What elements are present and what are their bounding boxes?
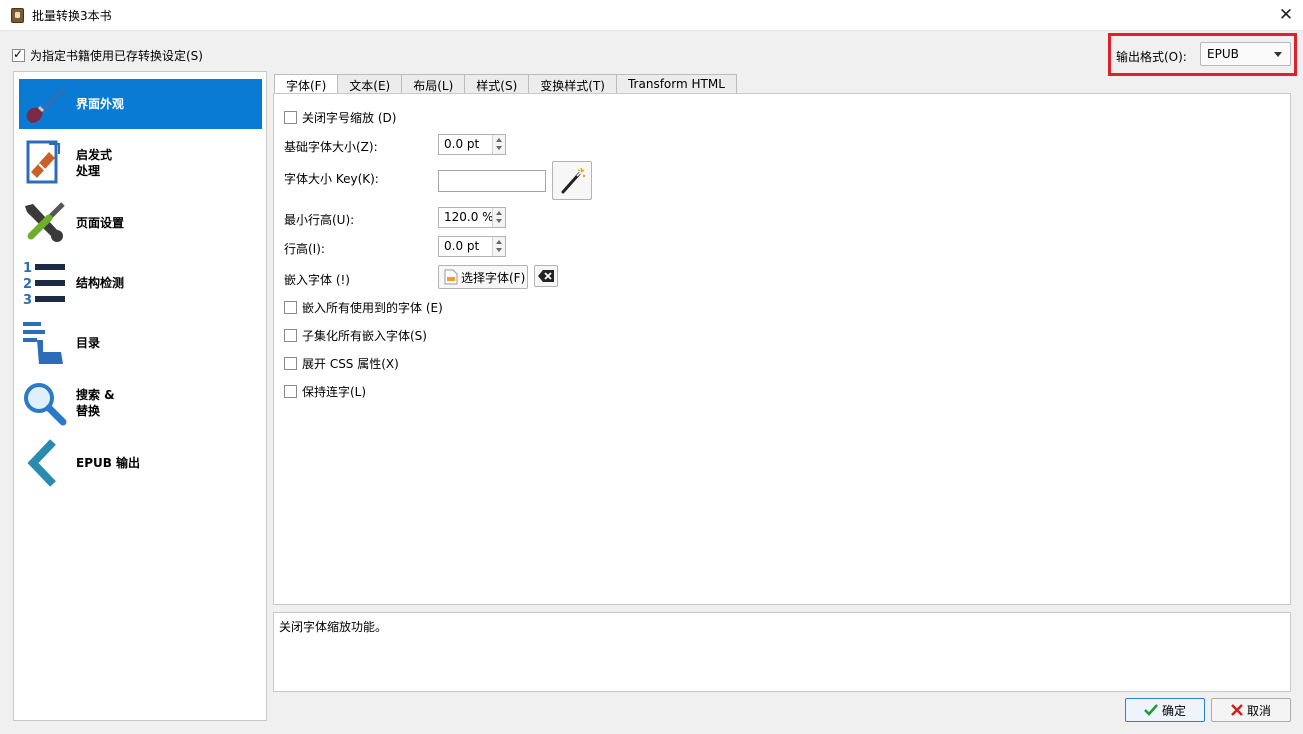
sidebar-item-label: 结构检测 — [76, 276, 125, 290]
tab-font[interactable]: 字体(F) — [274, 74, 339, 95]
tab-transform-styles[interactable]: 变换样式(T) — [528, 74, 617, 94]
line-height-label: 行高(I): — [284, 242, 325, 256]
toc-hand-icon — [19, 318, 69, 368]
font-panel: 关闭字号缩放 (D) 基础字体大小(Z): 0.0 pt 字体大小 Key(K)… — [273, 93, 1291, 605]
sidebar-item-epub-output[interactable]: EPUB 输出 — [19, 438, 262, 488]
line-height-spinbox[interactable]: 0.0 pt — [438, 236, 506, 257]
line-height-value: 0.0 pt — [444, 239, 480, 253]
embed-all-fonts-label: 嵌入所有使用到的字体 (E) — [302, 301, 443, 315]
use-saved-settings-label: 为指定书籍使用已存转换设定(S) — [30, 49, 203, 63]
svg-text:3: 3 — [23, 293, 32, 308]
tab-styling[interactable]: 样式(S) — [464, 74, 530, 94]
font-size-key-label: 字体大小 Key(K): — [284, 172, 379, 186]
heuristics-document-icon — [19, 138, 69, 188]
disable-font-rescaling-checkbox[interactable]: 关闭字号缩放 (D) — [284, 109, 396, 126]
title-bar: 批量转换3本书 ✕ — [0, 0, 1303, 31]
sidebar: 界面外观 启发式 处理 页面设置 1 2 3 结构检测 目录 搜索 & 替换 E… — [13, 71, 267, 721]
sidebar-item-label: 搜索 & 替换 — [76, 388, 115, 418]
font-size-wizard-button[interactable] — [552, 161, 592, 200]
sidebar-item-page-setup[interactable]: 页面设置 — [19, 198, 262, 248]
sidebar-item-heuristics[interactable]: 启发式 处理 — [19, 138, 262, 188]
expand-css-checkbox[interactable]: 展开 CSS 属性(X) — [284, 355, 399, 372]
checkmark-icon — [1144, 704, 1158, 716]
brush-icon — [19, 79, 69, 129]
numbered-list-icon: 1 2 3 — [19, 258, 69, 308]
embed-all-fonts-checkbox[interactable]: 嵌入所有使用到的字体 (E) — [284, 299, 443, 316]
keep-ligatures-label: 保持连字(L) — [302, 385, 367, 399]
use-saved-settings-checkbox[interactable]: 为指定书籍使用已存转换设定(S) — [12, 47, 203, 64]
sidebar-item-label: 页面设置 — [76, 216, 125, 230]
choose-font-button[interactable]: 选择字体(F) — [438, 265, 528, 289]
output-format-select[interactable]: EPUB — [1200, 42, 1291, 66]
expand-css-label: 展开 CSS 属性(X) — [302, 357, 399, 371]
sidebar-item-structure-detection[interactable]: 1 2 3 结构检测 — [19, 258, 262, 308]
app-book-icon — [11, 8, 24, 23]
checkbox-box[interactable] — [12, 47, 25, 62]
tab-text[interactable]: 文本(E) — [337, 74, 403, 94]
min-line-height-spinbox[interactable]: 120.0 % — [438, 207, 506, 228]
min-line-height-value: 120.0 % — [444, 210, 494, 224]
checkbox-box[interactable] — [284, 329, 297, 342]
cancel-label: 取消 — [1246, 703, 1271, 718]
base-font-size-label: 基础字体大小(Z): — [284, 140, 378, 154]
magnifier-icon — [19, 378, 69, 428]
checkbox-box[interactable] — [284, 385, 297, 398]
sidebar-item-look-and-feel[interactable]: 界面外观 — [19, 79, 262, 129]
checkbox-box[interactable] — [284, 357, 297, 370]
subset-fonts-checkbox[interactable]: 子集化所有嵌入字体(S) — [284, 327, 427, 344]
choose-font-label: 选择字体(F) — [461, 270, 526, 285]
window-title: 批量转换3本书 — [32, 9, 112, 23]
chevron-down-icon — [1274, 52, 1282, 57]
embed-font-label: 嵌入字体 (!) — [284, 273, 350, 287]
font-file-icon — [444, 269, 458, 285]
spin-arrows-icon[interactable] — [492, 135, 505, 154]
svg-text:2: 2 — [23, 277, 32, 292]
sidebar-item-label: 界面外观 — [76, 97, 125, 111]
output-format-label: 输出格式(O): — [1116, 50, 1187, 64]
font-size-key-input[interactable] — [438, 170, 546, 192]
ok-button[interactable]: 确定 — [1125, 698, 1205, 722]
svg-text:1: 1 — [23, 261, 32, 276]
spin-arrows-icon[interactable] — [492, 237, 505, 256]
close-button[interactable]: ✕ — [1272, 4, 1300, 26]
disable-font-rescaling-label: 关闭字号缩放 (D) — [302, 111, 397, 125]
base-font-size-spinbox[interactable]: 0.0 pt — [438, 134, 506, 155]
sidebar-item-label: 启发式 处理 — [76, 148, 113, 178]
ok-label: 确定 — [1161, 703, 1186, 718]
clear-font-button[interactable] — [534, 265, 558, 287]
tab-bar: 字体(F) 文本(E) 布局(L) 样式(S) 变换样式(T) Transfor… — [274, 74, 737, 95]
help-description: 关闭字体缩放功能。 — [273, 612, 1291, 692]
sidebar-item-label: 目录 — [76, 336, 101, 350]
output-format-value: EPUB — [1207, 47, 1239, 61]
keep-ligatures-checkbox[interactable]: 保持连字(L) — [284, 383, 366, 400]
cancel-button[interactable]: 取消 — [1211, 698, 1291, 722]
checkbox-box[interactable] — [284, 301, 297, 314]
sidebar-item-label: EPUB 输出 — [76, 456, 141, 470]
tab-layout[interactable]: 布局(L) — [401, 74, 466, 94]
wrench-screwdriver-icon — [19, 198, 69, 248]
checkbox-box[interactable] — [284, 111, 297, 124]
subset-fonts-label: 子集化所有嵌入字体(S) — [302, 329, 427, 343]
spin-arrows-icon[interactable] — [492, 208, 505, 227]
close-x-icon — [1231, 704, 1243, 716]
sidebar-item-search-replace[interactable]: 搜索 & 替换 — [19, 378, 262, 428]
magic-wand-icon — [561, 167, 586, 194]
chevron-left-icon — [19, 438, 69, 488]
min-line-height-label: 最小行高(U): — [284, 213, 355, 227]
sidebar-item-toc[interactable]: 目录 — [19, 318, 262, 368]
tab-transform-html[interactable]: Transform HTML — [615, 74, 737, 94]
backspace-clear-icon — [538, 270, 554, 282]
base-font-size-value: 0.0 pt — [444, 137, 480, 151]
